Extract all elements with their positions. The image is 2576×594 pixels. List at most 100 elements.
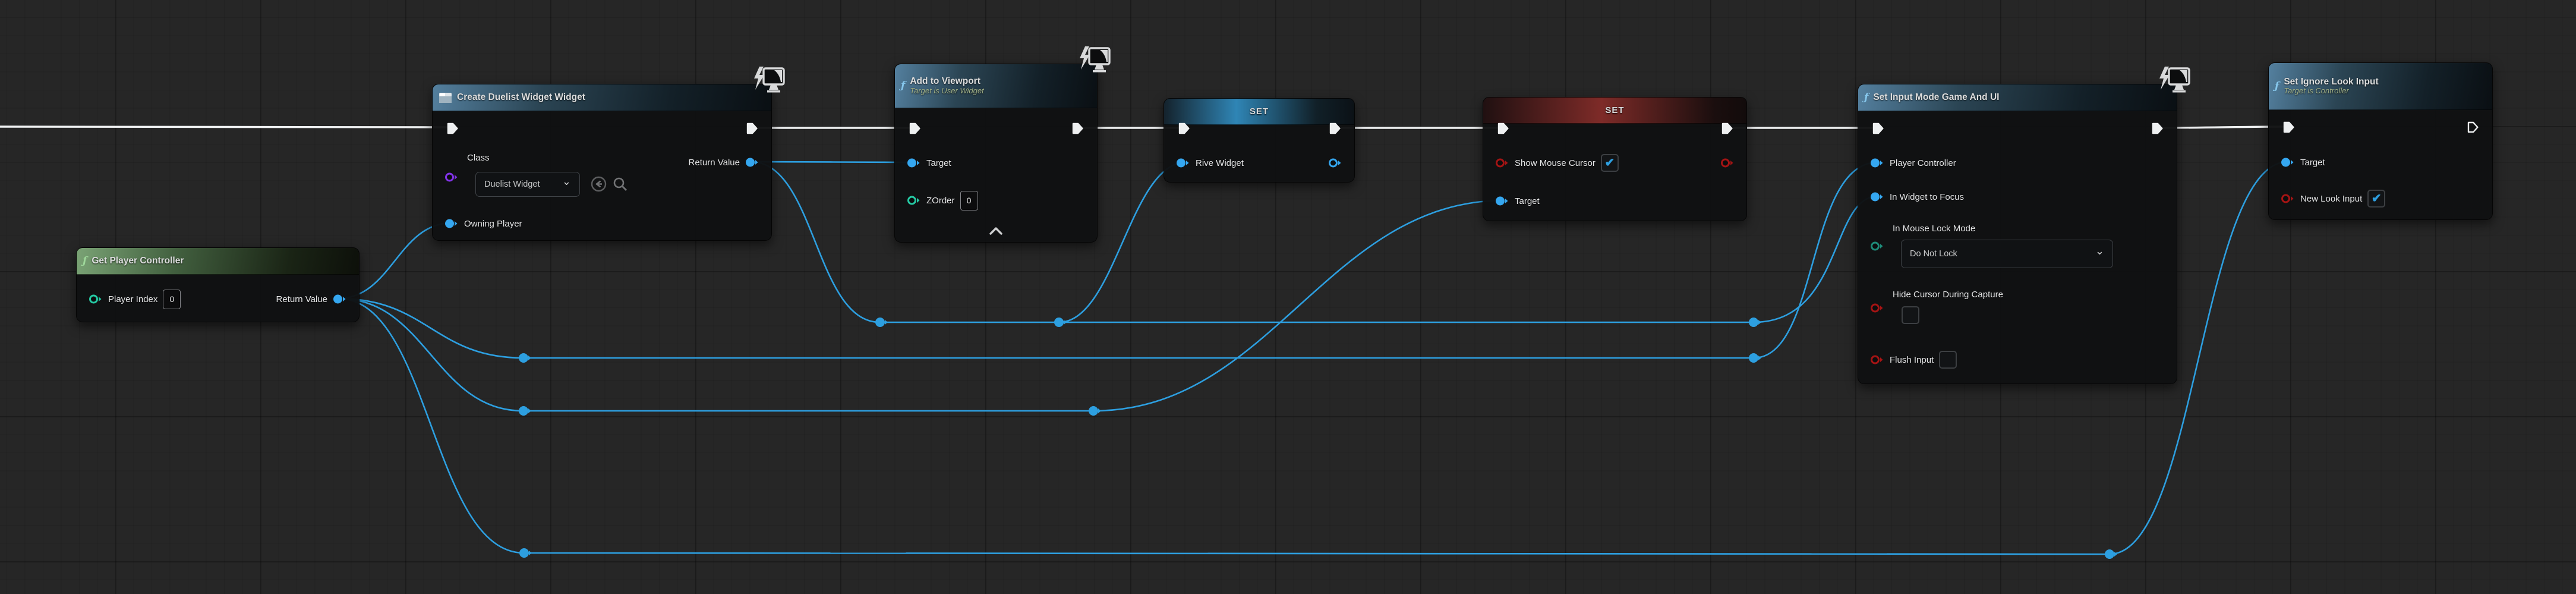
node-header-set-ignore-look-input[interactable]: ƒ Set Ignore Look Input Target is Contro… [2269, 63, 2492, 110]
reroute-node-8[interactable] [2105, 549, 2117, 559]
node-set-show-mouse-cursor[interactable]: SET Show Mouse Cursor Target [1483, 97, 1747, 221]
node-header-set-show-mouse-cursor[interactable]: SET [1483, 98, 1746, 124]
exec-in-pin[interactable] [1871, 120, 1884, 137]
pin-label: Return Value [276, 294, 327, 304]
node-header-set-input-mode-game-and-ui[interactable]: ƒ Set Input Mode Game And UI [1858, 84, 2177, 111]
exec-in-pin[interactable] [1177, 120, 1190, 137]
exec-out-pin[interactable] [745, 120, 758, 137]
dropdown-value: Duelist Widget [484, 180, 540, 189]
reroute-node-5[interactable] [519, 406, 531, 416]
dropdown-do-not-lock[interactable]: Do Not Lock [1901, 240, 2113, 268]
pin-label: Player Index [108, 294, 158, 304]
pin-label: New Look Input [2300, 193, 2363, 204]
node-header-get-player-controller[interactable]: ƒ Get Player Controller [77, 248, 359, 275]
data-wire-14 [524, 552, 2110, 555]
pin-new-look-input[interactable]: New Look Input [2281, 190, 2386, 208]
checkbox-flush-input[interactable] [1939, 351, 1957, 369]
pin-label: Target [2300, 157, 2325, 168]
reroute-node-7[interactable] [519, 548, 532, 558]
pin-label: Player Controller [1890, 158, 1956, 168]
pin-return-value[interactable]: Return Value [689, 153, 759, 171]
pin-target[interactable]: Target [2281, 153, 2325, 171]
pin-label-class: Class [467, 153, 490, 163]
pin-player-index[interactable]: Player Index 0 [89, 289, 181, 309]
pin-in-widget-to-focus[interactable]: In Widget to Focus [1870, 188, 1964, 206]
exec-in-pin[interactable] [1496, 120, 1509, 137]
pin-owning-player[interactable]: Owning Player [444, 215, 522, 232]
pin-hide-cursor-during-capture[interactable] [1870, 299, 1884, 317]
pin-label: Target [926, 158, 951, 168]
node-title: SET [1605, 105, 1625, 115]
pin-in-mouse-lock-mode[interactable] [1870, 237, 1884, 255]
pin-label-hide-cursor-during-capture: Hide Cursor During Capture [1893, 290, 2003, 300]
node-title: Set Ignore Look Input [2284, 76, 2379, 87]
exec-out-pin[interactable] [1071, 120, 1084, 137]
pin-out[interactable] [1720, 154, 1735, 172]
function-icon: ƒ [2275, 80, 2279, 92]
pin-show-mouse-cursor[interactable]: Show Mouse Cursor [1495, 154, 1619, 172]
exec-in-pin[interactable] [908, 120, 921, 137]
pin-flush-input[interactable]: Flush Input [1870, 351, 1957, 369]
dropdown-duelist-widget[interactable]: Duelist Widget [475, 172, 580, 197]
corner-indicator [1078, 46, 1111, 77]
pin-player-controller[interactable]: Player Controller [1870, 154, 1956, 172]
value-box-player-index[interactable]: 0 [163, 289, 181, 309]
exec-out-pin[interactable] [1328, 120, 1341, 137]
pin-class[interactable] [444, 168, 459, 186]
collapse-chevron-icon[interactable] [989, 227, 1003, 235]
node-set-rive-widget[interactable]: SET Rive Widget [1164, 98, 1355, 183]
pin-label: Show Mouse Cursor [1515, 158, 1596, 168]
blueprint-graph-canvas[interactable]: ƒ Get Player Controller Player Index 0 Ret… [0, 0, 2576, 594]
node-header-set-rive-widget[interactable]: SET [1164, 99, 1354, 125]
client-only-monitor-lightning-icon [1080, 46, 1111, 73]
pin-label: Rive Widget [1196, 158, 1244, 168]
node-subtitle: Target is User Widget [910, 86, 984, 95]
expand-advanced-chevron[interactable] [989, 227, 1003, 238]
pin-zorder[interactable]: ZOrder 0 [907, 190, 978, 210]
pin-return-value[interactable]: Return Value [276, 290, 347, 308]
exec-out-pin[interactable] [2466, 118, 2479, 136]
node-set-input-mode-game-and-ui[interactable]: ƒ Set Input Mode Game And UI Player Cont… [1858, 67, 2190, 384]
node-add-to-viewport[interactable]: ƒ Add to Viewport Target is User Widget … [894, 46, 1111, 243]
function-icon: ƒ [901, 80, 906, 92]
checkbox-new-look-input[interactable] [2367, 190, 2386, 208]
pin-target[interactable]: Target [907, 154, 951, 172]
exec-in-pin[interactable] [446, 120, 459, 137]
exec-out-pin[interactable] [2151, 120, 2164, 137]
pin-label: Return Value [688, 157, 740, 168]
reroute-node-3[interactable] [519, 353, 531, 363]
pin-out[interactable] [1328, 154, 1342, 172]
reroute-node-0[interactable] [875, 318, 888, 327]
node-title: Add to Viewport [910, 76, 980, 87]
checkbox-show-mouse-cursor[interactable] [1600, 154, 1619, 172]
pin-label: Flush Input [1890, 354, 1934, 365]
function-icon: ƒ [1864, 91, 1869, 103]
pin-rive-widget[interactable]: Rive Widget [1176, 154, 1244, 172]
value-box-zorder[interactable]: 0 [960, 190, 978, 210]
corner-indicator [2158, 66, 2191, 98]
dropdown-value: Do Not Lock [1910, 249, 1957, 259]
reroute-node-4[interactable] [1749, 353, 1761, 363]
reroute-node-1[interactable] [1054, 318, 1067, 327]
pin-label: Target [1515, 196, 1540, 206]
data-wire-12 [1093, 199, 1505, 412]
node-get-player-controller[interactable]: ƒ Get Player Controller Player Index 0 Ret… [76, 247, 360, 322]
exec-in-pin[interactable] [2282, 118, 2295, 136]
node-create-duelist-widget-widget[interactable]: Create Duelist Widget Widget Class Dueli… [432, 67, 785, 241]
node-title: Get Player Controller [92, 256, 184, 266]
reroute-node-6[interactable] [1089, 406, 1101, 416]
node-title: SET [1249, 106, 1269, 117]
function-icon: ƒ [83, 254, 87, 267]
search-asset-icon[interactable] [612, 176, 628, 192]
reset-to-default-icon[interactable] [591, 176, 607, 192]
node-header-create-duelist-widget-widget[interactable]: Create Duelist Widget Widget [433, 84, 771, 111]
pin-target[interactable]: Target [1495, 192, 1540, 210]
exec-out-pin[interactable] [1720, 120, 1733, 137]
checkbox-hide-cursor-during-capture[interactable] [1902, 306, 1919, 324]
node-subtitle: Target is Controller [2284, 86, 2349, 96]
widget-icon [439, 92, 452, 103]
pin-label: In Widget to Focus [1890, 191, 1965, 202]
reroute-node-2[interactable] [1749, 318, 1761, 327]
node-header-add-to-viewport[interactable]: ƒ Add to Viewport Target is User Widget [895, 64, 1097, 108]
node-set-ignore-look-input[interactable]: ƒ Set Ignore Look Input Target is Contro… [2268, 62, 2493, 220]
